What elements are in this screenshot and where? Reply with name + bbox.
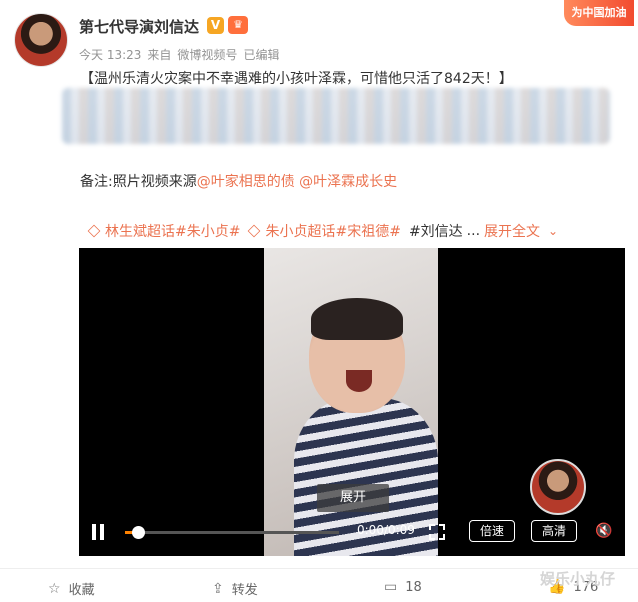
post-text: 【温州乐清火灾案中不幸遇难的小孩叶泽霖，可惜他只活了842天！】 xyxy=(80,71,513,87)
mention-link-2[interactable]: @叶泽霖成长史 xyxy=(299,174,397,190)
topic-tag-1-label: 林生斌超话#朱小贞# xyxy=(105,224,241,240)
collect-label: 收藏 xyxy=(68,583,95,598)
video-player[interactable]: 展开 0:00/0:09 倍速 高清 🔇 xyxy=(79,248,625,556)
comment-icon: ▭ xyxy=(384,579,398,595)
topic-diamond-icon xyxy=(248,224,261,238)
video-expand-button[interactable]: 展开 xyxy=(317,484,389,512)
fullscreen-icon[interactable] xyxy=(429,524,445,540)
video-author-avatar[interactable] xyxy=(530,459,586,515)
collect-button[interactable]: ☆ 收藏 xyxy=(48,579,95,599)
pause-icon[interactable] xyxy=(91,524,105,540)
vip-crown-icon: ♛ xyxy=(228,16,248,34)
playback-speed-button[interactable]: 倍速 xyxy=(469,520,516,542)
ellipsis: ... xyxy=(466,223,481,239)
mention-link-1[interactable]: @叶家相思的债 xyxy=(197,174,295,190)
topic-tag-2[interactable]: 朱小贞超话#宋祖德# xyxy=(248,221,401,241)
topic-tag-2-label: 朱小贞超话#宋祖德# xyxy=(265,224,401,240)
progress-knob[interactable] xyxy=(131,526,145,539)
note-prefix: 备注:照片视频来源 xyxy=(80,174,197,190)
topic-tags: 林生斌超话#朱小贞# 朱小贞超话#宋祖德# #刘信达 ... 展开全文 ⌄ xyxy=(87,221,558,241)
watermark: 娱乐小丸仔 xyxy=(540,570,616,588)
topic-tag-3[interactable]: #刘信达 xyxy=(409,221,463,241)
verified-badge-icon: V xyxy=(207,17,224,34)
chevron-down-icon[interactable]: ⌄ xyxy=(548,224,558,238)
blurred-content xyxy=(62,88,610,144)
expand-full-text-link[interactable]: 展开全文 xyxy=(484,221,540,241)
video-controls: 0:00/0:09 倍速 高清 🔇 xyxy=(79,510,625,556)
topic-tag-1[interactable]: 林生斌超话#朱小贞# xyxy=(87,221,241,241)
edited-label: 已编辑 xyxy=(243,48,280,62)
video-subject-mouth xyxy=(346,370,372,392)
user-avatar[interactable] xyxy=(14,13,68,67)
star-icon: ☆ xyxy=(48,580,61,597)
post-note: 备注:照片视频来源@叶家相思的债 @叶泽霖成长史 xyxy=(80,171,397,191)
mute-icon[interactable]: 🔇 xyxy=(595,523,613,541)
promo-banner[interactable]: 为中国加油 xyxy=(564,0,634,26)
progress-bar[interactable] xyxy=(125,526,339,539)
post-meta: 今天 13:23 来自 微博视频号 已编辑 xyxy=(79,46,285,63)
topic-diamond-icon xyxy=(87,224,101,238)
post-time: 今天 13:23 xyxy=(79,48,142,62)
post-source-prefix: 来自 xyxy=(147,48,172,62)
username[interactable]: 第七代导演刘信达 xyxy=(79,16,199,37)
quality-button[interactable]: 高清 xyxy=(531,520,578,542)
video-time: 0:00/0:09 xyxy=(357,523,415,537)
repost-button[interactable]: ⇪ 转发 xyxy=(212,579,258,599)
comment-button[interactable]: ▭ 18 xyxy=(384,579,422,595)
post-source[interactable]: 微博视频号 xyxy=(177,48,237,62)
repost-label: 转发 xyxy=(231,583,258,598)
video-subject-hair xyxy=(311,298,403,340)
share-icon: ⇪ xyxy=(212,580,224,597)
comment-count: 18 xyxy=(405,579,422,595)
